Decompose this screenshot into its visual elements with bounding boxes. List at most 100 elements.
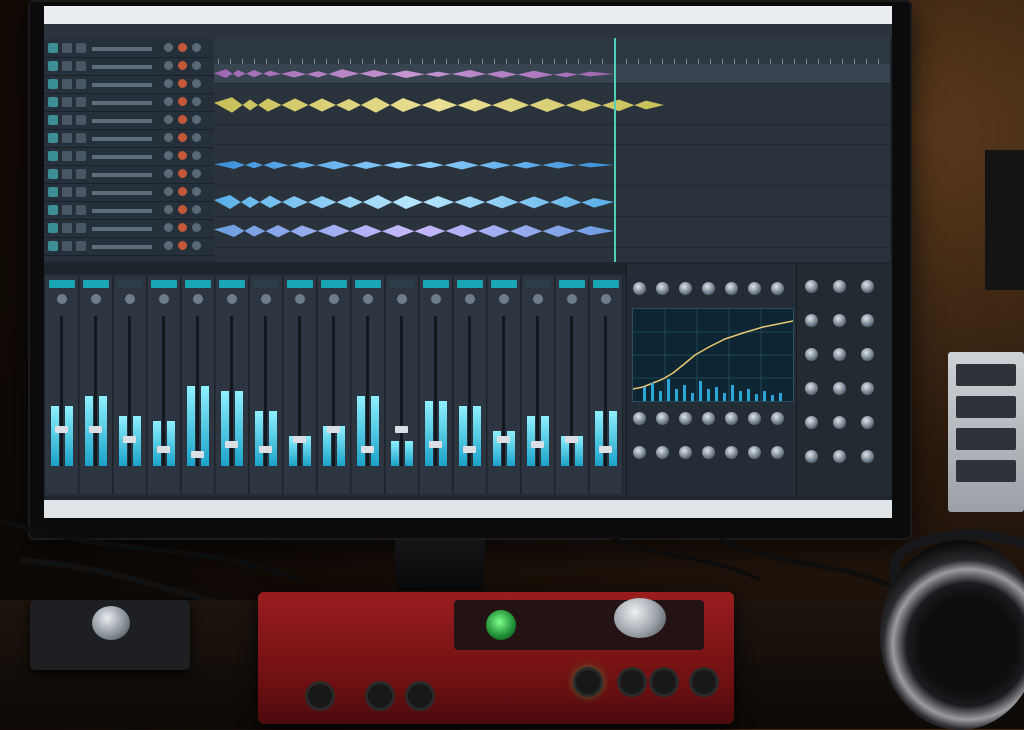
dynamics-knob-icon[interactable] xyxy=(805,382,818,395)
track-knob-icon[interactable] xyxy=(192,133,201,142)
eq-knob-icon[interactable] xyxy=(656,282,669,295)
fader-handle[interactable] xyxy=(531,441,544,448)
eq-knob-icon[interactable] xyxy=(633,412,646,425)
track-button[interactable] xyxy=(76,133,86,143)
track-button[interactable] xyxy=(76,79,86,89)
channel-label[interactable] xyxy=(355,280,381,288)
eq-knob-icon[interactable] xyxy=(656,412,669,425)
mixer-channel-strip[interactable] xyxy=(80,276,113,494)
track-knob-icon[interactable] xyxy=(192,223,201,232)
eq-knob-icon[interactable] xyxy=(702,282,715,295)
eq-graph-icon[interactable] xyxy=(632,308,794,402)
track-knob-icon[interactable] xyxy=(164,133,173,142)
track-header[interactable] xyxy=(44,130,214,148)
dynamics-knob-icon[interactable] xyxy=(805,348,818,361)
fader-track[interactable] xyxy=(298,316,301,466)
eq-knob-icon[interactable] xyxy=(656,446,669,459)
track-knob-icon[interactable] xyxy=(192,79,201,88)
track-knob-icon[interactable] xyxy=(164,97,173,106)
waveform-clip[interactable] xyxy=(214,224,614,238)
monitor-knob-icon[interactable] xyxy=(614,598,666,638)
track-knob-icon[interactable] xyxy=(178,151,187,160)
pan-knob-icon[interactable] xyxy=(431,294,441,304)
track-knob-icon[interactable] xyxy=(192,169,201,178)
channel-label[interactable] xyxy=(491,280,517,288)
track-button[interactable] xyxy=(76,169,86,179)
track-knob-icon[interactable] xyxy=(178,205,187,214)
pan-knob-icon[interactable] xyxy=(601,294,611,304)
gain-knob-icon[interactable] xyxy=(486,610,516,640)
track-knob-icon[interactable] xyxy=(192,115,201,124)
fader-handle[interactable] xyxy=(565,436,578,443)
mixer-channel-strip[interactable] xyxy=(114,276,147,494)
channel-label[interactable] xyxy=(559,280,585,288)
channel-label[interactable] xyxy=(253,280,279,288)
channel-label[interactable] xyxy=(389,280,415,288)
headphone-jack-icon[interactable] xyxy=(692,670,716,694)
menu-item[interactable] xyxy=(324,34,364,37)
track-button[interactable] xyxy=(62,151,72,161)
track-button[interactable] xyxy=(76,115,86,125)
eq-knob-icon[interactable] xyxy=(725,446,738,459)
track-header[interactable] xyxy=(44,220,214,238)
headphone-jack-icon[interactable] xyxy=(652,670,676,694)
track-button[interactable] xyxy=(48,115,58,125)
pan-knob-icon[interactable] xyxy=(567,294,577,304)
mixer-channel-strip[interactable] xyxy=(318,276,351,494)
track-button[interactable] xyxy=(62,187,72,197)
menu-item[interactable] xyxy=(404,34,444,37)
track-header[interactable] xyxy=(44,76,214,94)
mixer-channel-strip[interactable] xyxy=(182,276,215,494)
dynamics-knob-icon[interactable] xyxy=(833,314,846,327)
track-knob-icon[interactable] xyxy=(164,61,173,70)
track-button[interactable] xyxy=(48,187,58,197)
input-jack-icon[interactable] xyxy=(408,684,432,708)
track-button[interactable] xyxy=(76,187,86,197)
track-header[interactable] xyxy=(44,94,214,112)
track-header[interactable] xyxy=(44,184,214,202)
menu-item[interactable] xyxy=(84,34,124,37)
fader-track[interactable] xyxy=(196,316,199,466)
track-button[interactable] xyxy=(62,61,72,71)
eq-knob-icon[interactable] xyxy=(771,282,784,295)
dynamics-knob-icon[interactable] xyxy=(861,382,874,395)
track-header[interactable] xyxy=(44,148,214,166)
waveform-clip[interactable] xyxy=(214,69,614,79)
track-lane[interactable] xyxy=(214,84,890,125)
eq-knob-icon[interactable] xyxy=(633,282,646,295)
eq-knob-icon[interactable] xyxy=(633,446,646,459)
track-button[interactable] xyxy=(62,169,72,179)
fader-handle[interactable] xyxy=(327,426,340,433)
track-knob-icon[interactable] xyxy=(164,115,173,124)
eq-knob-icon[interactable] xyxy=(679,282,692,295)
pan-knob-icon[interactable] xyxy=(57,294,67,304)
mixer-channel-strip[interactable] xyxy=(556,276,589,494)
track-button[interactable] xyxy=(62,43,72,53)
eq-knob-icon[interactable] xyxy=(748,282,761,295)
dynamics-knob-icon[interactable] xyxy=(805,280,818,293)
mixer-channel-strip[interactable] xyxy=(216,276,249,494)
pan-knob-icon[interactable] xyxy=(125,294,135,304)
fader-handle[interactable] xyxy=(293,436,306,443)
track-knob-icon[interactable] xyxy=(178,169,187,178)
waveform-clip[interactable] xyxy=(214,161,614,170)
channel-label[interactable] xyxy=(457,280,483,288)
pan-knob-icon[interactable] xyxy=(159,294,169,304)
eq-knob-icon[interactable] xyxy=(702,446,715,459)
fader-track[interactable] xyxy=(366,316,369,466)
mixer-channel-strip[interactable] xyxy=(488,276,521,494)
mixer-channel-strip[interactable] xyxy=(454,276,487,494)
input-jack-icon[interactable] xyxy=(368,684,392,708)
channel-label[interactable] xyxy=(287,280,313,288)
dynamics-knob-icon[interactable] xyxy=(833,348,846,361)
fader-track[interactable] xyxy=(94,316,97,466)
fader-track[interactable] xyxy=(502,316,505,466)
pan-knob-icon[interactable] xyxy=(397,294,407,304)
channel-label[interactable] xyxy=(151,280,177,288)
eq-knob-icon[interactable] xyxy=(725,412,738,425)
fader-handle[interactable] xyxy=(361,446,374,453)
fader-handle[interactable] xyxy=(429,441,442,448)
fader-handle[interactable] xyxy=(259,446,272,453)
track-button[interactable] xyxy=(48,223,58,233)
dynamics-knob-icon[interactable] xyxy=(833,416,846,429)
